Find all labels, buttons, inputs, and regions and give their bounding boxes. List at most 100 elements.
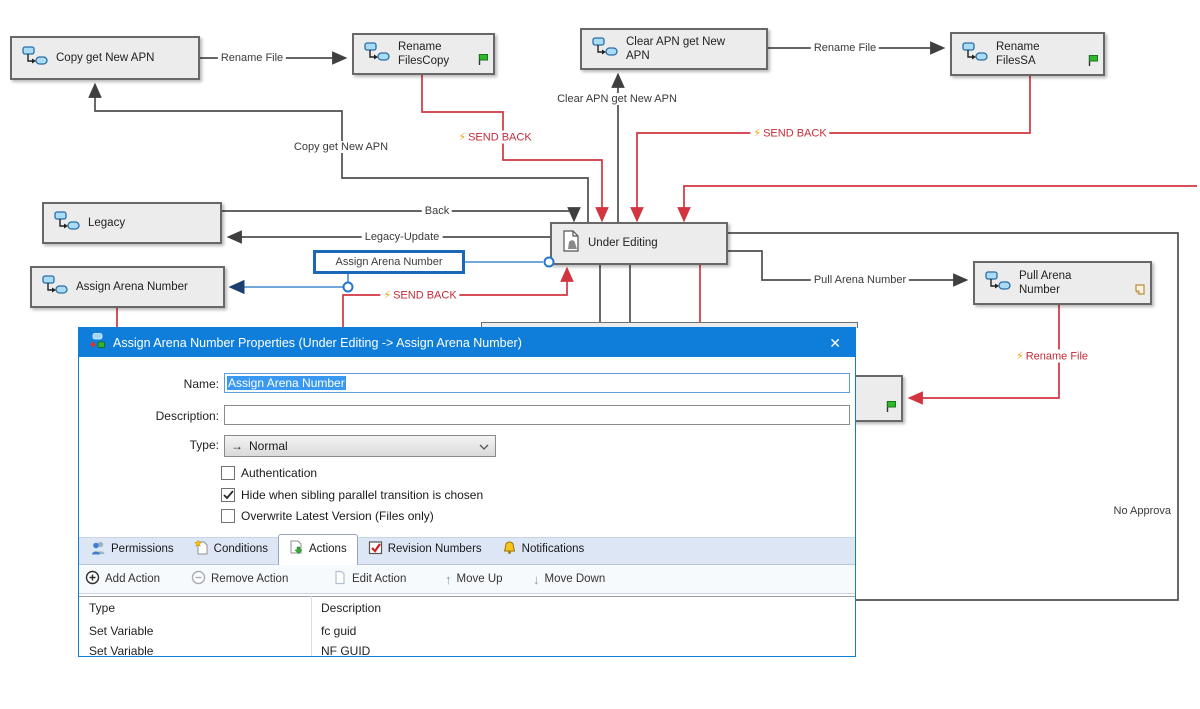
state-legacy[interactable]: Legacy: [42, 202, 222, 244]
move-down-button[interactable]: ↓ Move Down: [533, 565, 605, 593]
state-copy-get-new-apn[interactable]: Copy get New APN: [10, 36, 200, 80]
edit-action-button[interactable]: Edit Action: [332, 565, 406, 593]
column-type: Type: [89, 601, 115, 615]
selected-transition-label-box[interactable]: Assign Arena Number: [313, 250, 465, 274]
state-assign-arena-number[interactable]: Assign Arena Number: [30, 266, 225, 308]
page-curl-icon: [1133, 283, 1146, 300]
column-description: Description: [321, 601, 381, 615]
people-icon: [91, 540, 106, 558]
connector-handle[interactable]: [343, 282, 354, 293]
selected-text: Assign Arena Number: [227, 376, 346, 390]
name-input[interactable]: Assign Arena Number: [224, 373, 850, 393]
checkbox[interactable]: [221, 509, 235, 523]
add-action-button[interactable]: Add Action: [85, 565, 160, 593]
checkbox[interactable]: [221, 466, 235, 480]
label-no-approval[interactable]: No Approva: [1111, 505, 1174, 517]
label-rename-file-1[interactable]: Rename File: [218, 52, 286, 64]
state-flow-icon: [592, 37, 618, 61]
type-dropdown[interactable]: → Normal: [224, 435, 496, 457]
arrow-up-icon: ↑: [445, 572, 452, 587]
state-label: Copy get New APN: [56, 51, 154, 65]
lightning-icon: ⚡: [458, 132, 466, 144]
label-copy-get-new-apn[interactable]: Copy get New APN: [291, 141, 391, 153]
checkbox-label: Authentication: [241, 466, 317, 480]
description-label: Description:: [79, 409, 219, 423]
close-icon[interactable]: ✕: [825, 334, 845, 352]
tab-permissions[interactable]: Permissions: [81, 535, 184, 564]
red-checkbox-icon: [368, 540, 383, 558]
state-label: Under Editing: [588, 236, 658, 250]
state-label: Clear APN get New APN: [626, 35, 746, 64]
transition-send-back-filessa[interactable]: [637, 76, 1030, 219]
green-flag-icon: [1087, 54, 1099, 71]
transition-back[interactable]: [222, 211, 574, 219]
transition-properties-dialog: Assign Arena Number Properties (Under Ed…: [78, 327, 856, 657]
checkbox-row-overwrite-latest[interactable]: Overwrite Latest Version (Files only): [221, 509, 434, 523]
checkbox-label: Hide when sibling parallel transition is…: [241, 488, 483, 502]
description-input[interactable]: [224, 405, 850, 425]
label-legacy-update[interactable]: Legacy-Update: [362, 231, 443, 243]
label-send-back-3[interactable]: ⚡SEND BACK: [380, 289, 459, 302]
label-pull-arena-number[interactable]: Pull Arena Number: [811, 274, 909, 286]
checkbox[interactable]: [221, 488, 235, 502]
state-clear-apn-get-new-apn[interactable]: Clear APN get New APN: [580, 28, 768, 70]
state-hidden-partial[interactable]: [852, 375, 903, 422]
page-star-icon: [194, 540, 209, 558]
actions-toolbar: Add Action Remove Action Edit Action ↑ M…: [79, 565, 855, 594]
lightning-icon: ⚡: [383, 290, 391, 302]
state-flow-icon: [54, 211, 80, 235]
table-row[interactable]: Set Variable NF GUID: [79, 640, 855, 657]
state-flow-icon: [42, 275, 68, 299]
tab-actions[interactable]: Actions: [278, 534, 358, 565]
name-label: Name:: [79, 377, 219, 391]
state-rename-filescopy[interactable]: Rename FilesCopy: [352, 33, 495, 75]
state-flow-icon: [985, 271, 1011, 295]
state-label: Rename FilesSA: [996, 40, 1064, 69]
state-label: Rename FilesCopy: [398, 40, 466, 69]
transition-send-back-right[interactable]: [684, 186, 1197, 219]
dialog-title: Assign Arena Number Properties (Under Ed…: [113, 336, 522, 350]
connector-handle[interactable]: [544, 257, 555, 268]
chevron-down-icon: [479, 439, 489, 453]
tab-revision-numbers[interactable]: Revision Numbers: [358, 535, 492, 564]
label-clear-apn-get-new-apn[interactable]: Clear APN get New APN: [554, 93, 680, 105]
state-under-editing[interactable]: Under Editing: [550, 222, 728, 265]
arrow-down-icon: ↓: [533, 572, 540, 587]
remove-circle-icon: [191, 570, 206, 588]
state-pull-arena-number[interactable]: Pull Arena Number: [973, 261, 1152, 305]
normal-arrow-icon: →: [231, 439, 243, 453]
state-label: Legacy: [88, 216, 125, 230]
type-value: Normal: [249, 439, 288, 453]
lightning-icon: ⚡: [1016, 351, 1024, 363]
page-arrow-icon: [289, 540, 304, 558]
remove-action-button[interactable]: Remove Action: [191, 565, 288, 593]
add-circle-icon: [85, 570, 100, 588]
table-row[interactable]: Set Variable fc guid: [79, 620, 855, 640]
state-flow-icon: [364, 42, 390, 66]
checkbox-row-authentication[interactable]: Authentication: [221, 466, 317, 480]
actions-table-header: Type Description: [79, 596, 855, 619]
transition-properties-icon: [89, 333, 105, 352]
state-flow-icon: [962, 42, 988, 66]
state-flow-icon: [22, 46, 48, 70]
green-flag-icon: [477, 53, 489, 70]
move-up-button[interactable]: ↑ Move Up: [445, 565, 503, 593]
label-send-back-2[interactable]: ⚡SEND BACK: [750, 127, 829, 140]
page-icon: [332, 570, 347, 588]
label-rename-file-2[interactable]: Rename File: [811, 42, 879, 54]
state-rename-filessa[interactable]: Rename FilesSA: [950, 32, 1105, 76]
tab-conditions[interactable]: Conditions: [184, 535, 278, 564]
state-label: Pull Arena Number: [1019, 269, 1089, 298]
label-rename-file-red[interactable]: ⚡Rename File: [1013, 350, 1091, 363]
green-flag-icon: [885, 400, 897, 417]
label-back[interactable]: Back: [422, 205, 452, 217]
state-label: Assign Arena Number: [76, 280, 188, 294]
notification-bell-icon: [502, 540, 517, 558]
document-edit-icon: [562, 230, 580, 256]
tab-notifications[interactable]: Notifications: [492, 535, 595, 564]
dialog-titlebar[interactable]: Assign Arena Number Properties (Under Ed…: [79, 328, 855, 357]
checkbox-label: Overwrite Latest Version (Files only): [241, 509, 434, 523]
checkbox-row-hide-sibling[interactable]: Hide when sibling parallel transition is…: [221, 488, 483, 502]
label-send-back-1[interactable]: ⚡SEND BACK: [455, 131, 534, 144]
lightning-icon: ⚡: [753, 128, 761, 140]
